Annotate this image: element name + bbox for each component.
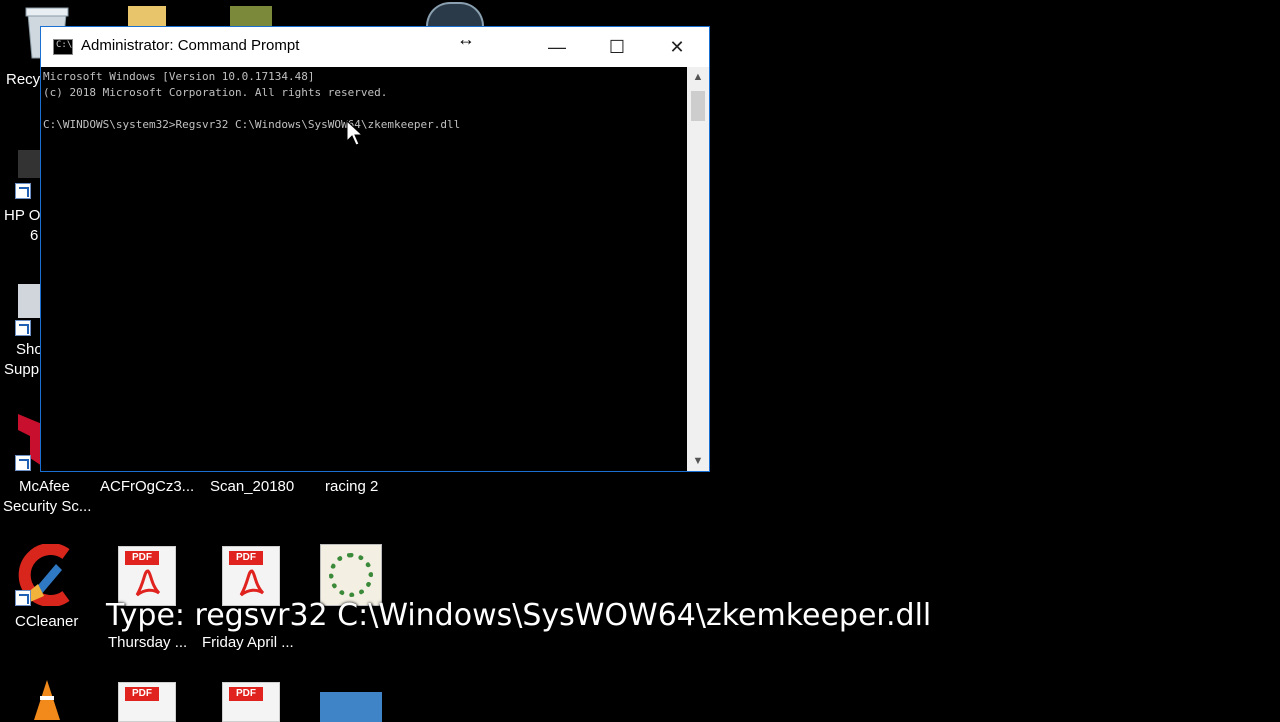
scroll-up-icon[interactable]: ▲ bbox=[687, 67, 709, 87]
scrollbar-thumb[interactable] bbox=[691, 91, 705, 121]
title-bar[interactable]: C:\ Administrator: Command Prompt ↔ — ☐ … bbox=[41, 27, 709, 67]
support-label-line2: Supp bbox=[4, 361, 40, 378]
command-prompt-window[interactable]: C:\ Administrator: Command Prompt ↔ — ☐ … bbox=[40, 26, 710, 472]
pdf-tag: PDF bbox=[125, 687, 159, 701]
pdf2-label-line2[interactable]: Friday April ... bbox=[202, 633, 294, 653]
pdf-tag: PDF bbox=[125, 551, 159, 565]
support-desktop-icon[interactable]: Sho Supp bbox=[0, 284, 44, 384]
support-app-icon bbox=[18, 284, 42, 318]
wreath-decoration bbox=[329, 553, 373, 597]
shortcut-arrow-icon bbox=[15, 183, 31, 199]
image-file-icon[interactable] bbox=[230, 6, 272, 26]
pdf-file-icon[interactable]: PDF bbox=[118, 682, 176, 722]
racing-file-label[interactable]: racing 2 bbox=[325, 477, 378, 497]
console-icon-text: C:\ bbox=[56, 40, 73, 50]
shortcut-arrow-icon bbox=[15, 455, 31, 471]
pdf-file-icon[interactable]: PDF bbox=[222, 682, 280, 722]
resize-cursor-icon: ↔ bbox=[457, 29, 475, 49]
ccleaner-desktop-icon[interactable]: CCleaner bbox=[0, 544, 96, 634]
vertical-scrollbar[interactable]: ▲ ▼ bbox=[687, 67, 709, 471]
console-output[interactable]: Microsoft Windows [Version 10.0.17134.48… bbox=[41, 67, 687, 471]
recycle-bin-desktop-icon[interactable]: Recy bbox=[0, 0, 69, 100]
vlc-cone-icon[interactable] bbox=[32, 680, 62, 720]
scroll-down-icon[interactable]: ▼ bbox=[687, 451, 709, 471]
console-line: Microsoft Windows [Version 10.0.17134.48… bbox=[43, 70, 315, 83]
ccleaner-label: CCleaner bbox=[15, 613, 79, 630]
hp-desktop-icon[interactable]: HP O 6 bbox=[0, 150, 44, 250]
scan-file-label[interactable]: Scan_20180 bbox=[210, 477, 294, 497]
hp-label-line1: HP O bbox=[4, 207, 41, 224]
hp-label-line2: 6 bbox=[30, 227, 39, 244]
recycle-bin-label: Recy bbox=[6, 71, 41, 88]
image-file-icon[interactable] bbox=[320, 692, 382, 722]
tutorial-caption: Type: regsvr32 C:\Windows\SysWOW64\zkemk… bbox=[106, 598, 932, 633]
minimize-button[interactable]: — bbox=[527, 27, 587, 67]
acrobat-icon bbox=[239, 569, 265, 597]
window-title: Administrator: Command Prompt bbox=[81, 37, 300, 54]
console-command-line[interactable]: C:\WINDOWS\system32>Regsvr32 C:\Windows\… bbox=[43, 117, 687, 133]
close-button[interactable]: ✕ bbox=[647, 27, 707, 67]
pdf-tag: PDF bbox=[229, 551, 263, 565]
mcafee-label-line2: Security Sc... bbox=[3, 498, 92, 515]
acrobat-icon bbox=[135, 569, 161, 597]
christmas-image-icon[interactable] bbox=[320, 544, 382, 606]
hp-app-icon bbox=[18, 150, 42, 178]
mouse-pointer-icon bbox=[346, 120, 364, 146]
console-icon: C:\ bbox=[53, 39, 73, 55]
acfr-file-label[interactable]: ACFrOgCz3... bbox=[100, 477, 194, 497]
app-circle-icon[interactable] bbox=[426, 2, 484, 26]
pdf1-label-line2[interactable]: Thursday ... bbox=[108, 633, 187, 653]
pdf-file-icon[interactable]: PDF bbox=[222, 546, 280, 606]
console-line: (c) 2018 Microsoft Corporation. All righ… bbox=[43, 86, 388, 99]
pdf-file-icon[interactable]: PDF bbox=[118, 546, 176, 606]
folder-icon[interactable] bbox=[128, 6, 166, 26]
maximize-button[interactable]: ☐ bbox=[587, 27, 647, 67]
support-label-line1: Sho bbox=[16, 341, 43, 358]
shortcut-arrow-icon bbox=[15, 320, 31, 336]
mcafee-label-line1: McAfee bbox=[19, 478, 70, 495]
pdf-tag: PDF bbox=[229, 687, 263, 701]
shortcut-arrow-icon bbox=[15, 590, 31, 606]
